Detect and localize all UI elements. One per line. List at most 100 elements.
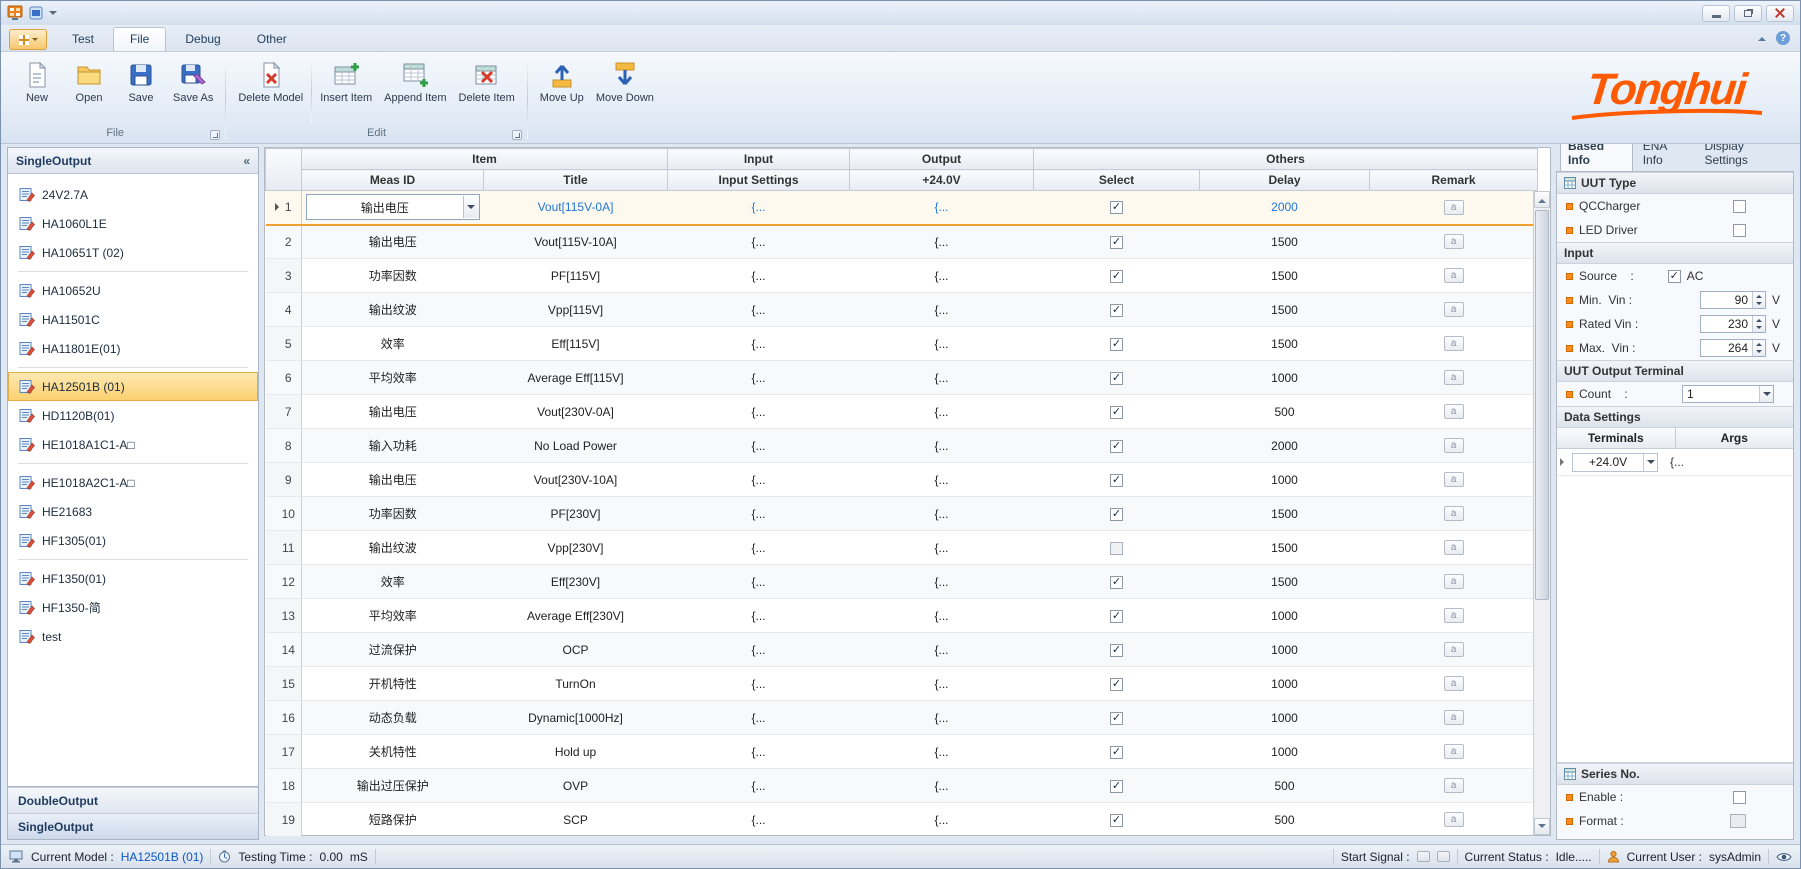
input-settings-cell[interactable]: {... bbox=[668, 769, 850, 803]
select-checkbox[interactable] bbox=[1110, 678, 1123, 691]
delay-cell[interactable]: 1500 bbox=[1200, 225, 1370, 259]
model-list-item[interactable]: HF1350(01) bbox=[8, 564, 258, 593]
move-down-button[interactable]: Move Down bbox=[590, 56, 660, 127]
remark-cell[interactable]: a bbox=[1370, 633, 1538, 667]
table-row[interactable]: 12 效率 Eff[230V] {.. bbox=[266, 565, 1538, 599]
input-settings-cell[interactable]: {... bbox=[668, 735, 850, 769]
select-cell[interactable] bbox=[1034, 395, 1200, 429]
remark-button[interactable]: a bbox=[1444, 676, 1464, 691]
title-cell[interactable]: SCP bbox=[484, 803, 668, 837]
remark-button[interactable]: a bbox=[1444, 744, 1464, 759]
series-enable-checkbox[interactable] bbox=[1733, 791, 1746, 804]
remark-cell[interactable]: a bbox=[1370, 769, 1538, 803]
model-list-item[interactable]: HA1060L1E bbox=[8, 209, 258, 238]
delay-cell[interactable]: 1500 bbox=[1200, 327, 1370, 361]
dialog-launcher-icon[interactable] bbox=[210, 130, 220, 140]
title-cell[interactable]: Vout[115V-10A] bbox=[484, 225, 668, 259]
remark-cell[interactable]: a bbox=[1370, 531, 1538, 565]
select-checkbox[interactable] bbox=[1110, 201, 1123, 214]
model-list-item[interactable]: HA12501B (01) bbox=[8, 372, 258, 401]
meas-id-cell[interactable]: 效率 bbox=[302, 327, 484, 361]
table-row[interactable]: 6 平均效率 Average Eff[115V] bbox=[266, 361, 1538, 395]
table-row[interactable]: 4 输出纹波 Vpp[115V] {. bbox=[266, 293, 1538, 327]
led-driver-checkbox[interactable] bbox=[1733, 224, 1746, 237]
output-cell[interactable]: {... bbox=[850, 531, 1034, 565]
table-row[interactable]: 17 关机特性 Hold up {.. bbox=[266, 735, 1538, 769]
scroll-down-button[interactable] bbox=[1534, 818, 1550, 835]
row-number-cell[interactable]: 8 bbox=[266, 429, 302, 463]
output-cell[interactable]: {... bbox=[850, 633, 1034, 667]
model-list-item[interactable]: HF1305(01) bbox=[8, 526, 258, 555]
select-cell[interactable] bbox=[1034, 191, 1200, 225]
select-checkbox[interactable] bbox=[1110, 508, 1123, 521]
row-number-cell[interactable]: 5 bbox=[266, 327, 302, 361]
source-ac-checkbox[interactable] bbox=[1668, 270, 1681, 283]
meas-id-cell[interactable]: 功率因数 bbox=[302, 497, 484, 531]
model-list-item[interactable]: HA11501C bbox=[8, 305, 258, 334]
title-cell[interactable]: Eff[230V] bbox=[484, 565, 668, 599]
table-row[interactable]: 14 过流保护 OCP {... bbox=[266, 633, 1538, 667]
model-list-item[interactable]: HA11801E(01) bbox=[8, 334, 258, 363]
meas-id-cell[interactable]: 输出电压 bbox=[302, 225, 484, 259]
delay-cell[interactable]: 1000 bbox=[1200, 633, 1370, 667]
open-button[interactable]: Open bbox=[63, 56, 115, 127]
output-cell[interactable]: {... bbox=[850, 429, 1034, 463]
col-header-title[interactable]: Title bbox=[484, 170, 668, 191]
output-cell[interactable]: {... bbox=[850, 293, 1034, 327]
save-as-button[interactable]: Save As bbox=[167, 56, 219, 127]
select-checkbox[interactable] bbox=[1110, 780, 1123, 793]
remark-button[interactable]: a bbox=[1444, 234, 1464, 249]
title-cell[interactable]: PF[115V] bbox=[484, 259, 668, 293]
remark-cell[interactable]: a bbox=[1370, 701, 1538, 735]
delay-cell[interactable]: 1000 bbox=[1200, 701, 1370, 735]
select-checkbox[interactable] bbox=[1110, 440, 1123, 453]
row-number-cell[interactable]: 19 bbox=[266, 803, 302, 837]
tab-debug[interactable]: Debug bbox=[168, 27, 237, 51]
meas-id-cell[interactable]: 过流保护 bbox=[302, 633, 484, 667]
move-up-button[interactable]: Move Up bbox=[534, 56, 590, 127]
output-cell[interactable]: {... bbox=[850, 225, 1034, 259]
remark-cell[interactable]: a bbox=[1370, 667, 1538, 701]
new-button[interactable]: New bbox=[11, 56, 63, 127]
table-row[interactable]: 13 平均效率 Average Eff[230V] bbox=[266, 599, 1538, 633]
output-cell[interactable]: {... bbox=[850, 327, 1034, 361]
select-cell[interactable] bbox=[1034, 599, 1200, 633]
delay-cell[interactable]: 2000 bbox=[1200, 191, 1370, 225]
input-settings-cell[interactable]: {... bbox=[668, 191, 850, 225]
tab-other[interactable]: Other bbox=[240, 27, 304, 51]
meas-id-cell[interactable]: 平均效率 bbox=[302, 361, 484, 395]
select-checkbox[interactable] bbox=[1110, 712, 1123, 725]
delay-cell[interactable]: 1500 bbox=[1200, 531, 1370, 565]
table-row[interactable]: 18 输出过压保护 OVP {... bbox=[266, 769, 1538, 803]
row-number-cell[interactable]: 12 bbox=[266, 565, 302, 599]
meas-id-cell[interactable]: 开机特性 bbox=[302, 667, 484, 701]
meas-id-cell[interactable]: 输出纹波 bbox=[302, 531, 484, 565]
meas-id-cell[interactable]: 输出过压保护 bbox=[302, 769, 484, 803]
select-checkbox[interactable] bbox=[1110, 542, 1123, 555]
title-cell[interactable]: PF[230V] bbox=[484, 497, 668, 531]
model-list-item[interactable]: test bbox=[8, 622, 258, 651]
collapse-ribbon-icon[interactable] bbox=[1758, 33, 1766, 41]
output-cell[interactable]: {... bbox=[850, 463, 1034, 497]
count-dropdown[interactable]: 1 bbox=[1682, 385, 1774, 403]
select-checkbox[interactable] bbox=[1110, 644, 1123, 657]
select-cell[interactable] bbox=[1034, 803, 1200, 837]
col-header-output-24v[interactable]: +24.0V bbox=[850, 170, 1034, 191]
select-checkbox[interactable] bbox=[1110, 236, 1123, 249]
remark-cell[interactable]: a bbox=[1370, 191, 1538, 225]
output-cell[interactable]: {... bbox=[850, 497, 1034, 531]
select-cell[interactable] bbox=[1034, 667, 1200, 701]
table-row[interactable]: 8 输入功耗 No Load Power bbox=[266, 429, 1538, 463]
col-header-meas-id[interactable]: Meas ID bbox=[302, 170, 484, 191]
output-cell[interactable]: {... bbox=[850, 769, 1034, 803]
select-cell[interactable] bbox=[1034, 361, 1200, 395]
row-number-cell[interactable]: 9 bbox=[266, 463, 302, 497]
minimize-button[interactable] bbox=[1702, 5, 1730, 22]
output-cell[interactable]: {... bbox=[850, 361, 1034, 395]
title-cell[interactable]: No Load Power bbox=[484, 429, 668, 463]
title-cell[interactable]: Vpp[115V] bbox=[484, 293, 668, 327]
delete-model-button[interactable]: Delete Model bbox=[232, 56, 309, 127]
dropdown-button[interactable] bbox=[463, 196, 479, 218]
meas-id-cell[interactable]: 输出电压 bbox=[302, 463, 484, 497]
input-settings-cell[interactable]: {... bbox=[668, 293, 850, 327]
